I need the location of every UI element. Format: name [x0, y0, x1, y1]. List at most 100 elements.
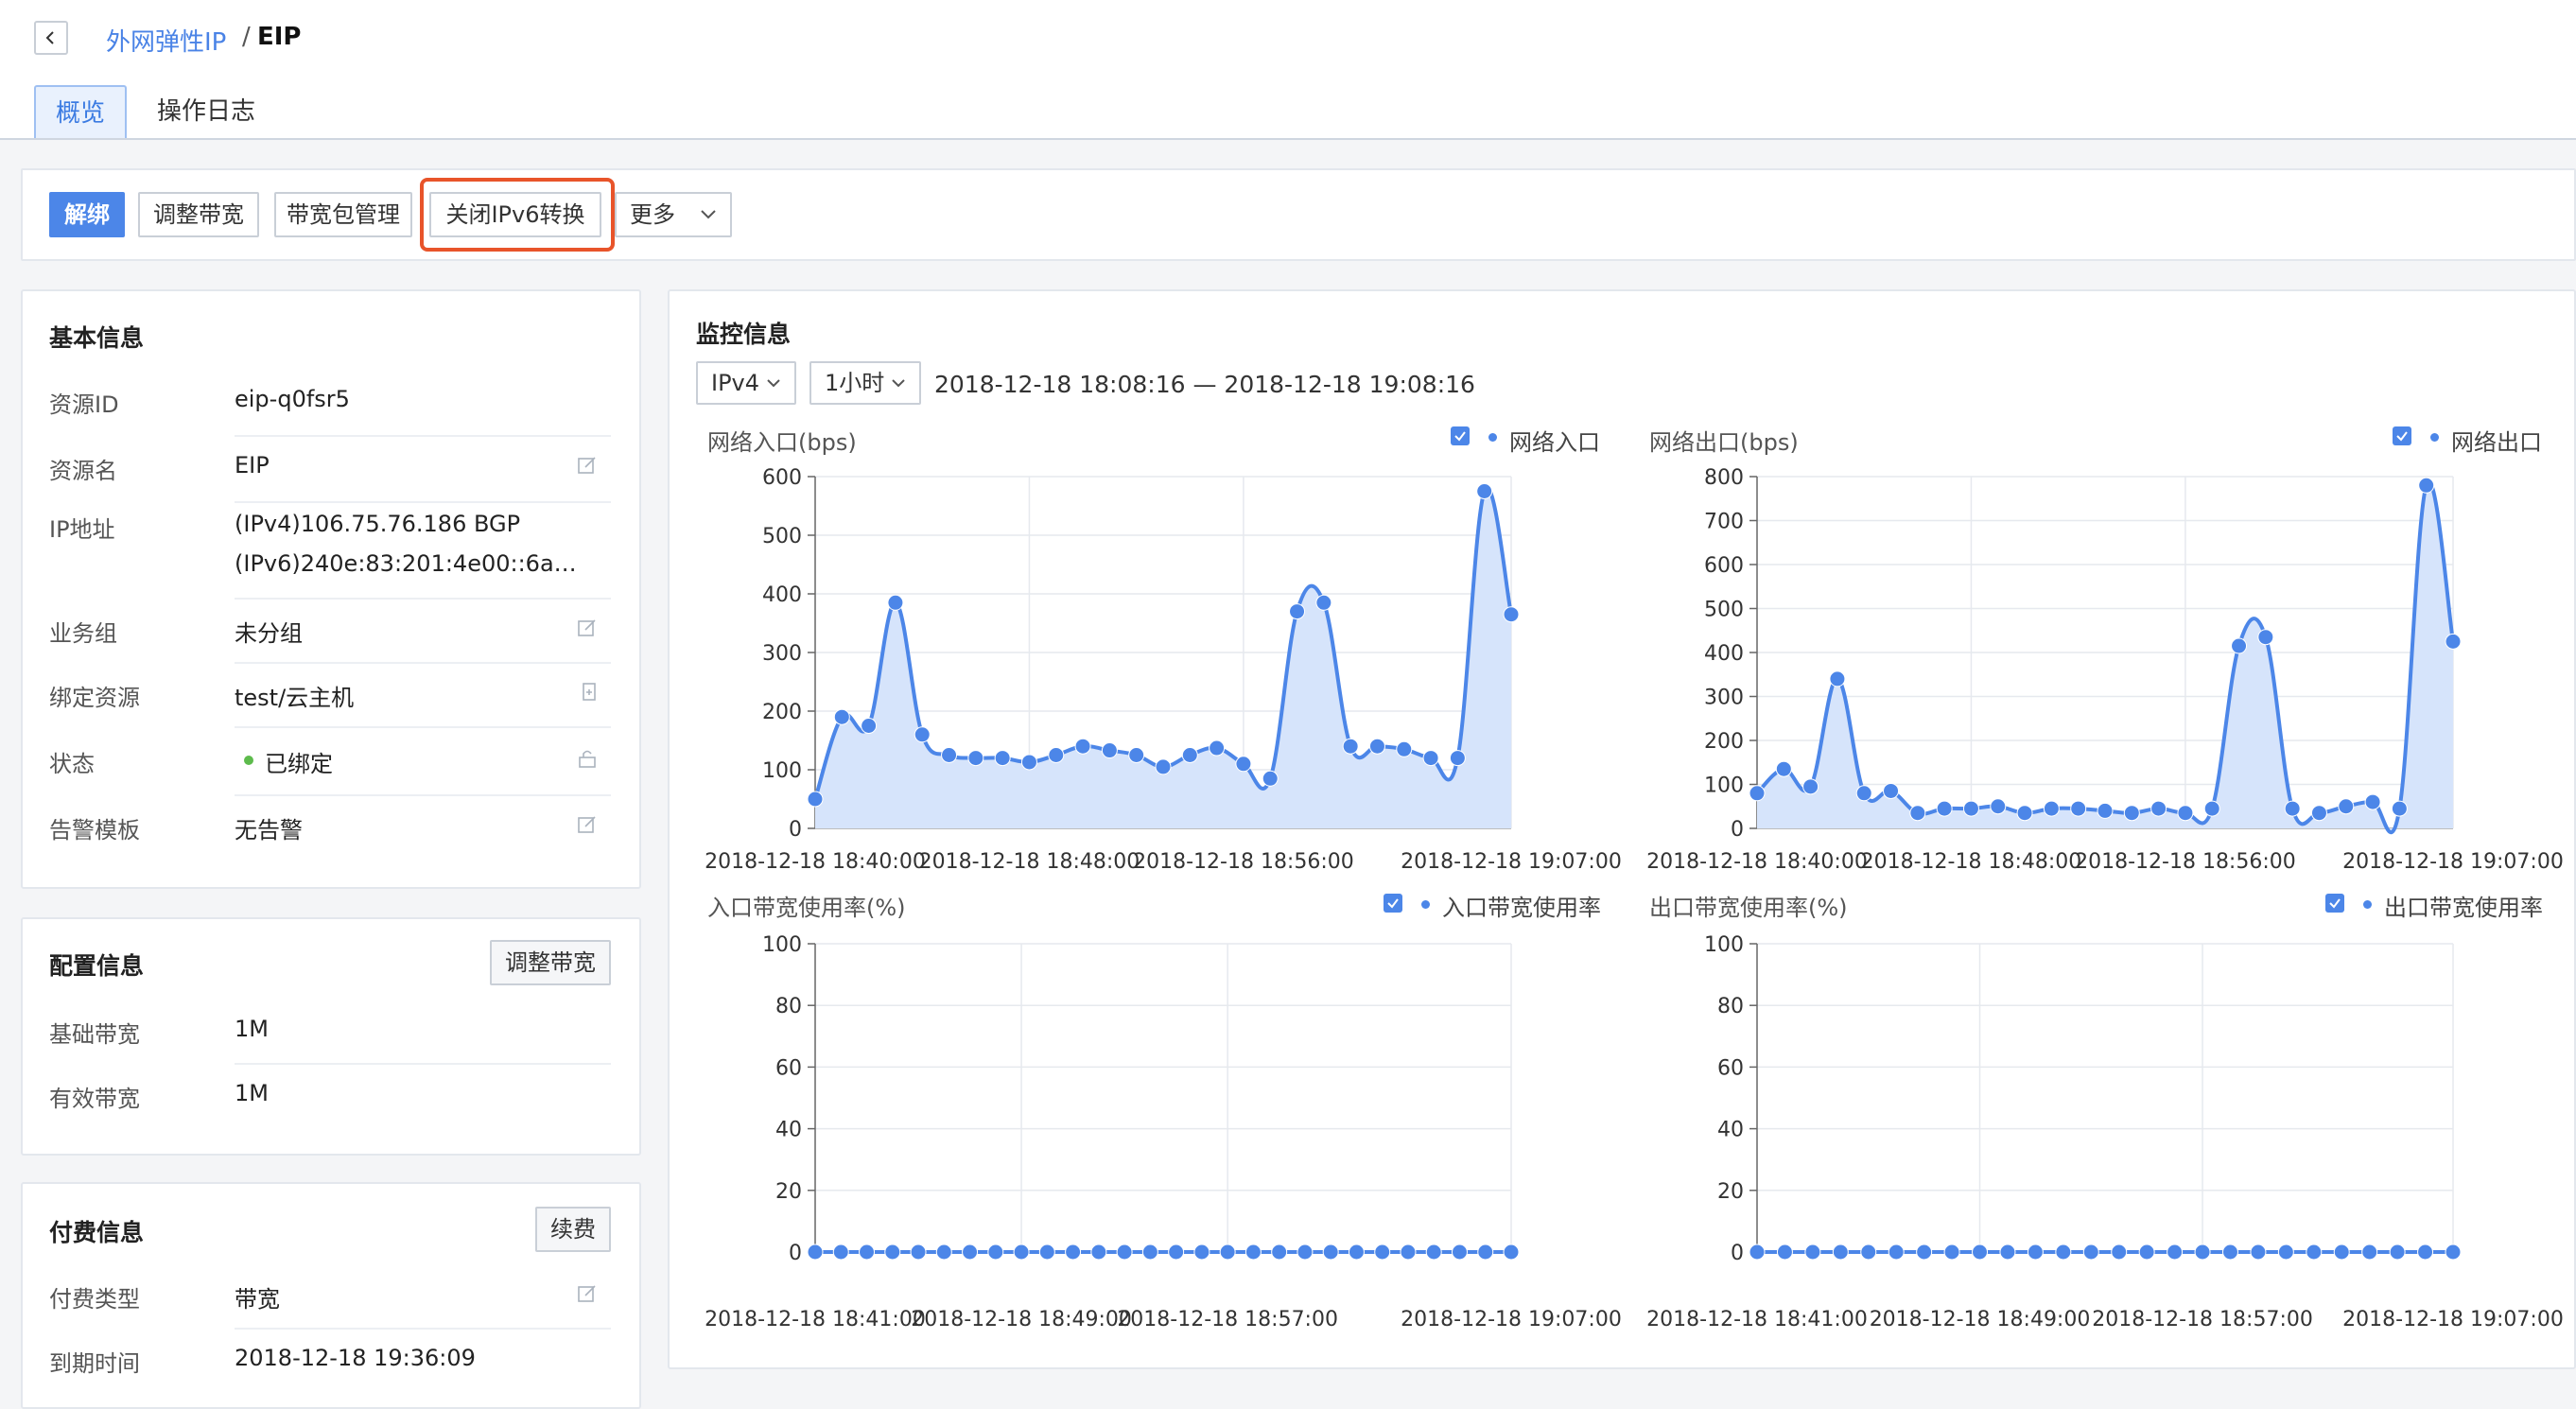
config-adjust-bandwidth-button[interactable]: 调整带宽 [490, 940, 611, 985]
y-tick-label: 500 [1704, 599, 1744, 622]
x-tick-label: 2018-12-18 19:07:00 [1401, 1308, 1622, 1331]
legend-label: 网络出口 [2451, 429, 2542, 456]
legend-checkbox[interactable] [1451, 426, 1470, 445]
data-point [994, 750, 1011, 767]
ip-version-select[interactable]: IPv4 [696, 361, 796, 405]
data-point [1749, 785, 1766, 802]
edit-icon[interactable] [577, 455, 598, 476]
resource-id-value: eip-q0fsr5 [235, 386, 350, 412]
legend-checkbox[interactable] [2393, 426, 2411, 445]
chart-title: 网络出口(bps) [1649, 429, 1799, 456]
y-tick-label: 300 [1704, 687, 1744, 710]
data-point [859, 1244, 876, 1261]
legend-checkbox[interactable] [2325, 894, 2344, 913]
y-tick-label: 100 [762, 759, 802, 783]
x-tick-label: 2018-12-18 19:07:00 [2342, 1308, 2564, 1331]
divider [235, 794, 611, 796]
data-point [1804, 1244, 1821, 1261]
period-select[interactable]: 1小时 [809, 361, 921, 405]
basic-info-title: 基本信息 [49, 324, 145, 352]
divider [235, 501, 611, 503]
data-point [1990, 798, 2007, 815]
data-point [1038, 1244, 1055, 1261]
unbind-resource-icon[interactable] [579, 682, 600, 703]
data-point [1181, 747, 1198, 763]
tab-operation-log[interactable]: 操作日志 [149, 85, 263, 138]
alarm-template-value: 无告警 [235, 817, 303, 844]
check-icon [2329, 898, 2341, 909]
data-point [1883, 782, 1900, 799]
divider [235, 662, 611, 664]
monitor-title: 监控信息 [696, 321, 792, 348]
tab-overview[interactable]: 概览 [34, 85, 127, 138]
data-point [2257, 629, 2274, 646]
x-tick-label: 2018-12-18 18:49:00 [911, 1308, 1132, 1331]
alarm-template-label: 告警模板 [49, 817, 140, 844]
business-group-label: 业务组 [49, 620, 117, 647]
data-point [1322, 1244, 1339, 1261]
outbound-traffic-chart: 0 100 200 300 400 500 600 700 800 2018-12-18 18:4… [1646, 466, 2564, 874]
data-point [1999, 1244, 2016, 1261]
y-tick-label: 40 [1717, 1119, 1744, 1142]
data-point [1860, 1244, 1877, 1261]
divider [235, 1063, 611, 1065]
data-point [2361, 1244, 2378, 1261]
bandwidth-package-button[interactable]: 带宽包管理 [274, 192, 412, 237]
data-point [935, 1244, 952, 1261]
data-point [1168, 1244, 1185, 1261]
data-point [2306, 1244, 2323, 1261]
basic-info-card [21, 289, 641, 889]
data-point [861, 718, 878, 734]
divider [235, 726, 611, 728]
inbound-traffic-chart: 01002003004005006002018-12-18 18:40:0020… [705, 466, 1622, 874]
legend-label: 网络入口 [1509, 429, 1600, 456]
breadcrumb-current: EIP [257, 23, 302, 51]
data-point [2418, 477, 2435, 494]
time-range-text: 2018-12-18 18:08:16 — 2018-12-18 19:08:1… [934, 371, 1475, 398]
check-icon [2396, 431, 2408, 442]
adjust-bandwidth-button[interactable]: 调整带宽 [138, 192, 259, 237]
billing-type-value: 带宽 [235, 1286, 280, 1313]
y-tick-label: 20 [775, 1180, 802, 1204]
edit-icon[interactable] [577, 814, 598, 835]
billing-type-label: 付费类型 [49, 1286, 140, 1313]
legend-checkbox[interactable] [1384, 894, 1402, 913]
data-point [2055, 1244, 2072, 1261]
check-icon [1387, 898, 1399, 909]
unbind-button[interactable]: 解绑 [49, 192, 125, 237]
data-point [1503, 1244, 1520, 1261]
data-point [1155, 758, 1172, 775]
data-point [1244, 1244, 1262, 1261]
breadcrumb-parent-link[interactable]: 外网弹性IP [106, 23, 226, 58]
data-point [2111, 1244, 2128, 1261]
legend-dot [2430, 433, 2439, 442]
x-tick-label: 2018-12-18 18:57:00 [1117, 1308, 1338, 1331]
renew-button[interactable]: 续费 [535, 1207, 611, 1252]
edit-icon[interactable] [577, 618, 598, 638]
data-point [914, 726, 931, 743]
data-point [941, 747, 958, 763]
chevron-down-icon [767, 379, 780, 388]
x-tick-label: 2018-12-18 18:40:00 [705, 850, 926, 874]
resource-id-label: 资源ID [49, 391, 119, 418]
data-point [2203, 800, 2220, 817]
x-tick-label: 2018-12-18 18:49:00 [1870, 1308, 2091, 1331]
y-tick-label: 80 [775, 995, 802, 1018]
legend-label: 入口带宽使用率 [1442, 895, 1601, 921]
data-point [1776, 1244, 1793, 1261]
data-point [2070, 800, 2087, 817]
bound-resource-value: test/云主机 [235, 685, 355, 711]
edit-icon[interactable] [577, 1283, 598, 1304]
data-point [987, 1244, 1004, 1261]
y-tick-label: 0 [789, 1242, 802, 1265]
data-point [1829, 670, 1846, 687]
data-point [1048, 747, 1065, 763]
divider [235, 435, 611, 437]
data-point [1855, 785, 1872, 802]
more-dropdown[interactable]: 更多 [615, 192, 732, 237]
lock-icon[interactable] [577, 748, 598, 769]
chevron-down-icon [892, 379, 905, 388]
back-button[interactable] [34, 21, 68, 55]
ipv6-address-value: (IPv6)240e:83:201:4e00::6a… [235, 550, 577, 577]
data-point [2123, 805, 2140, 822]
